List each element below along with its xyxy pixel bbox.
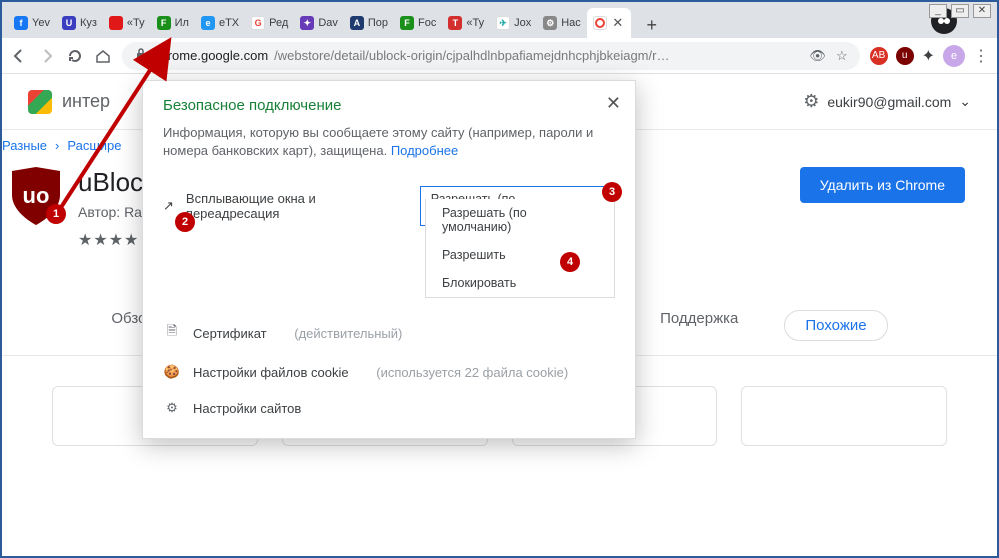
favicon-icon <box>593 16 607 30</box>
favicon-icon: G <box>251 16 265 30</box>
gear-icon[interactable]: ⚙ <box>803 91 819 112</box>
address-bar[interactable]: chrome.google.com/webstore/detail/ublock… <box>122 42 860 70</box>
certificate-icon: 🗎 <box>163 322 181 344</box>
webstore-logo-icon <box>28 90 52 114</box>
toolbar: chrome.google.com/webstore/detail/ublock… <box>2 38 997 74</box>
profile-avatar[interactable]: e <box>943 45 965 67</box>
star-icon[interactable]: ☆ <box>836 48 848 64</box>
tab-label: Ред <box>269 17 288 29</box>
cookie-icon: 🍪 <box>163 364 181 380</box>
browser-tab[interactable]: A Пор <box>344 8 394 38</box>
gear-icon: ⚙ <box>163 400 181 416</box>
browser-tab[interactable]: U Куз <box>56 8 103 38</box>
cookies-row[interactable]: 🍪 Настройки файлов cookie (используется … <box>163 354 615 390</box>
browser-tab[interactable]: F Foc <box>394 8 442 38</box>
browser-tab[interactable]: «Ту <box>103 8 151 38</box>
window-close[interactable]: ✕ <box>973 4 991 18</box>
tab-label: Foc <box>418 17 436 29</box>
favicon-icon: F <box>400 16 414 30</box>
crumb-link[interactable]: Разные <box>2 138 47 153</box>
browser-tab[interactable]: ✈ Jox <box>490 8 537 38</box>
browser-tab[interactable]: ✦ Dav <box>294 8 344 38</box>
menu-icon[interactable]: ⋮ <box>973 46 989 66</box>
tab-support[interactable]: Поддержка <box>660 310 738 341</box>
popup-icon: ↗ <box>163 198 174 214</box>
related-card[interactable] <box>741 386 947 446</box>
tab-label: Куз <box>80 17 97 29</box>
tab-label: Пор <box>368 17 388 29</box>
tab-label: Ил <box>175 17 189 29</box>
extension-ublock-icon[interactable]: u <box>896 47 914 65</box>
browser-tab[interactable]: G Ред <box>245 8 294 38</box>
browser-tab[interactable]: f Yev <box>8 8 56 38</box>
reload-button[interactable] <box>66 47 84 65</box>
annotation-badge-4: 4 <box>560 252 580 272</box>
dropdown-option[interactable]: Разрешить <box>426 241 614 269</box>
url-domain: chrome.google.com <box>154 48 268 63</box>
favicon-icon: A <box>350 16 364 30</box>
tab-label: еТХ <box>219 17 239 29</box>
browser-tab[interactable]: T «Ту <box>442 8 490 38</box>
tab-label: «Ту <box>466 17 484 29</box>
dropdown-menu: Разрешать (по умолчанию) Разрешить Блоки… <box>425 199 615 298</box>
favicon-icon: ✦ <box>300 16 314 30</box>
home-button[interactable] <box>94 47 112 65</box>
tab-label: Yev <box>32 17 50 29</box>
favicon-icon: ✈ <box>496 16 510 30</box>
annotation-badge-2: 2 <box>175 212 195 232</box>
close-icon[interactable]: ✕ <box>606 93 621 114</box>
tab-label: Dav <box>318 17 338 29</box>
window-minimize[interactable]: _ <box>929 4 947 18</box>
extensions-icon[interactable]: ✦ <box>922 46 935 66</box>
extension-name: uBloc <box>78 167 143 198</box>
rating-stars: ★★★★ <box>78 230 143 250</box>
svg-text:uo: uo <box>23 183 50 208</box>
dropdown-option[interactable]: Блокировать <box>426 269 614 297</box>
annotation-badge-3: 3 <box>602 182 622 202</box>
tab-label: «Ту <box>127 17 145 29</box>
user-email[interactable]: eukir90@gmail.com <box>827 94 951 110</box>
lock-icon[interactable] <box>134 47 148 64</box>
annotation-badge-1: 1 <box>46 204 66 224</box>
favicon-icon: ⚙ <box>543 16 557 30</box>
remove-from-chrome-button[interactable]: Удалить из Chrome <box>800 167 965 203</box>
favicon-icon: e <box>201 16 215 30</box>
browser-tab-active[interactable]: ✕ <box>587 8 631 38</box>
back-button[interactable] <box>10 47 28 65</box>
eye-off-icon[interactable]: 👁 <box>809 48 826 64</box>
tab-related[interactable]: Похожие <box>784 310 887 341</box>
tab-label: Jox <box>514 17 531 29</box>
window-maximize[interactable]: ▭ <box>951 4 969 18</box>
popover-description: Информация, которую вы сообщаете этому с… <box>163 124 615 160</box>
browser-tab-strip: fYev UКуз «Ту FИл eеТХ GРед ✦Dav AПор FF… <box>2 2 997 38</box>
forward-button <box>38 47 56 65</box>
close-icon[interactable]: ✕ <box>611 16 625 30</box>
browser-tab[interactable]: ⚙ Нас <box>537 8 587 38</box>
certificate-row[interactable]: 🗎 Сертификат (действительный) <box>163 312 615 354</box>
favicon-icon <box>109 16 123 30</box>
store-brand: интер <box>62 91 110 112</box>
favicon-icon: f <box>14 16 28 30</box>
permission-label: Всплывающие окна и переадресация <box>186 191 408 221</box>
new-tab-button[interactable]: + <box>639 12 665 38</box>
popover-title: Безопасное подключение <box>163 97 615 114</box>
chevron-right-icon: › <box>55 138 59 153</box>
site-settings-row[interactable]: ⚙ Настройки сайтов <box>163 390 615 426</box>
dropdown-option[interactable]: Разрешать (по умолчанию) <box>426 199 614 241</box>
learn-more-link[interactable]: Подробнее <box>391 143 458 158</box>
extension-abp-icon[interactable]: AB <box>870 47 888 65</box>
crumb-link[interactable]: Расшире <box>67 138 121 153</box>
browser-tab[interactable]: eеТХ <box>195 8 245 38</box>
url-path: /webstore/detail/ublock-origin/cjpalhdln… <box>274 48 669 63</box>
chevron-down-icon[interactable]: ⌄ <box>959 93 971 110</box>
tab-label: Нас <box>561 17 581 29</box>
favicon-icon: F <box>157 16 171 30</box>
favicon-icon: T <box>448 16 462 30</box>
extension-author: Автор: Ra <box>78 204 143 220</box>
favicon-icon: U <box>62 16 76 30</box>
browser-tab[interactable]: F Ил <box>151 8 195 38</box>
